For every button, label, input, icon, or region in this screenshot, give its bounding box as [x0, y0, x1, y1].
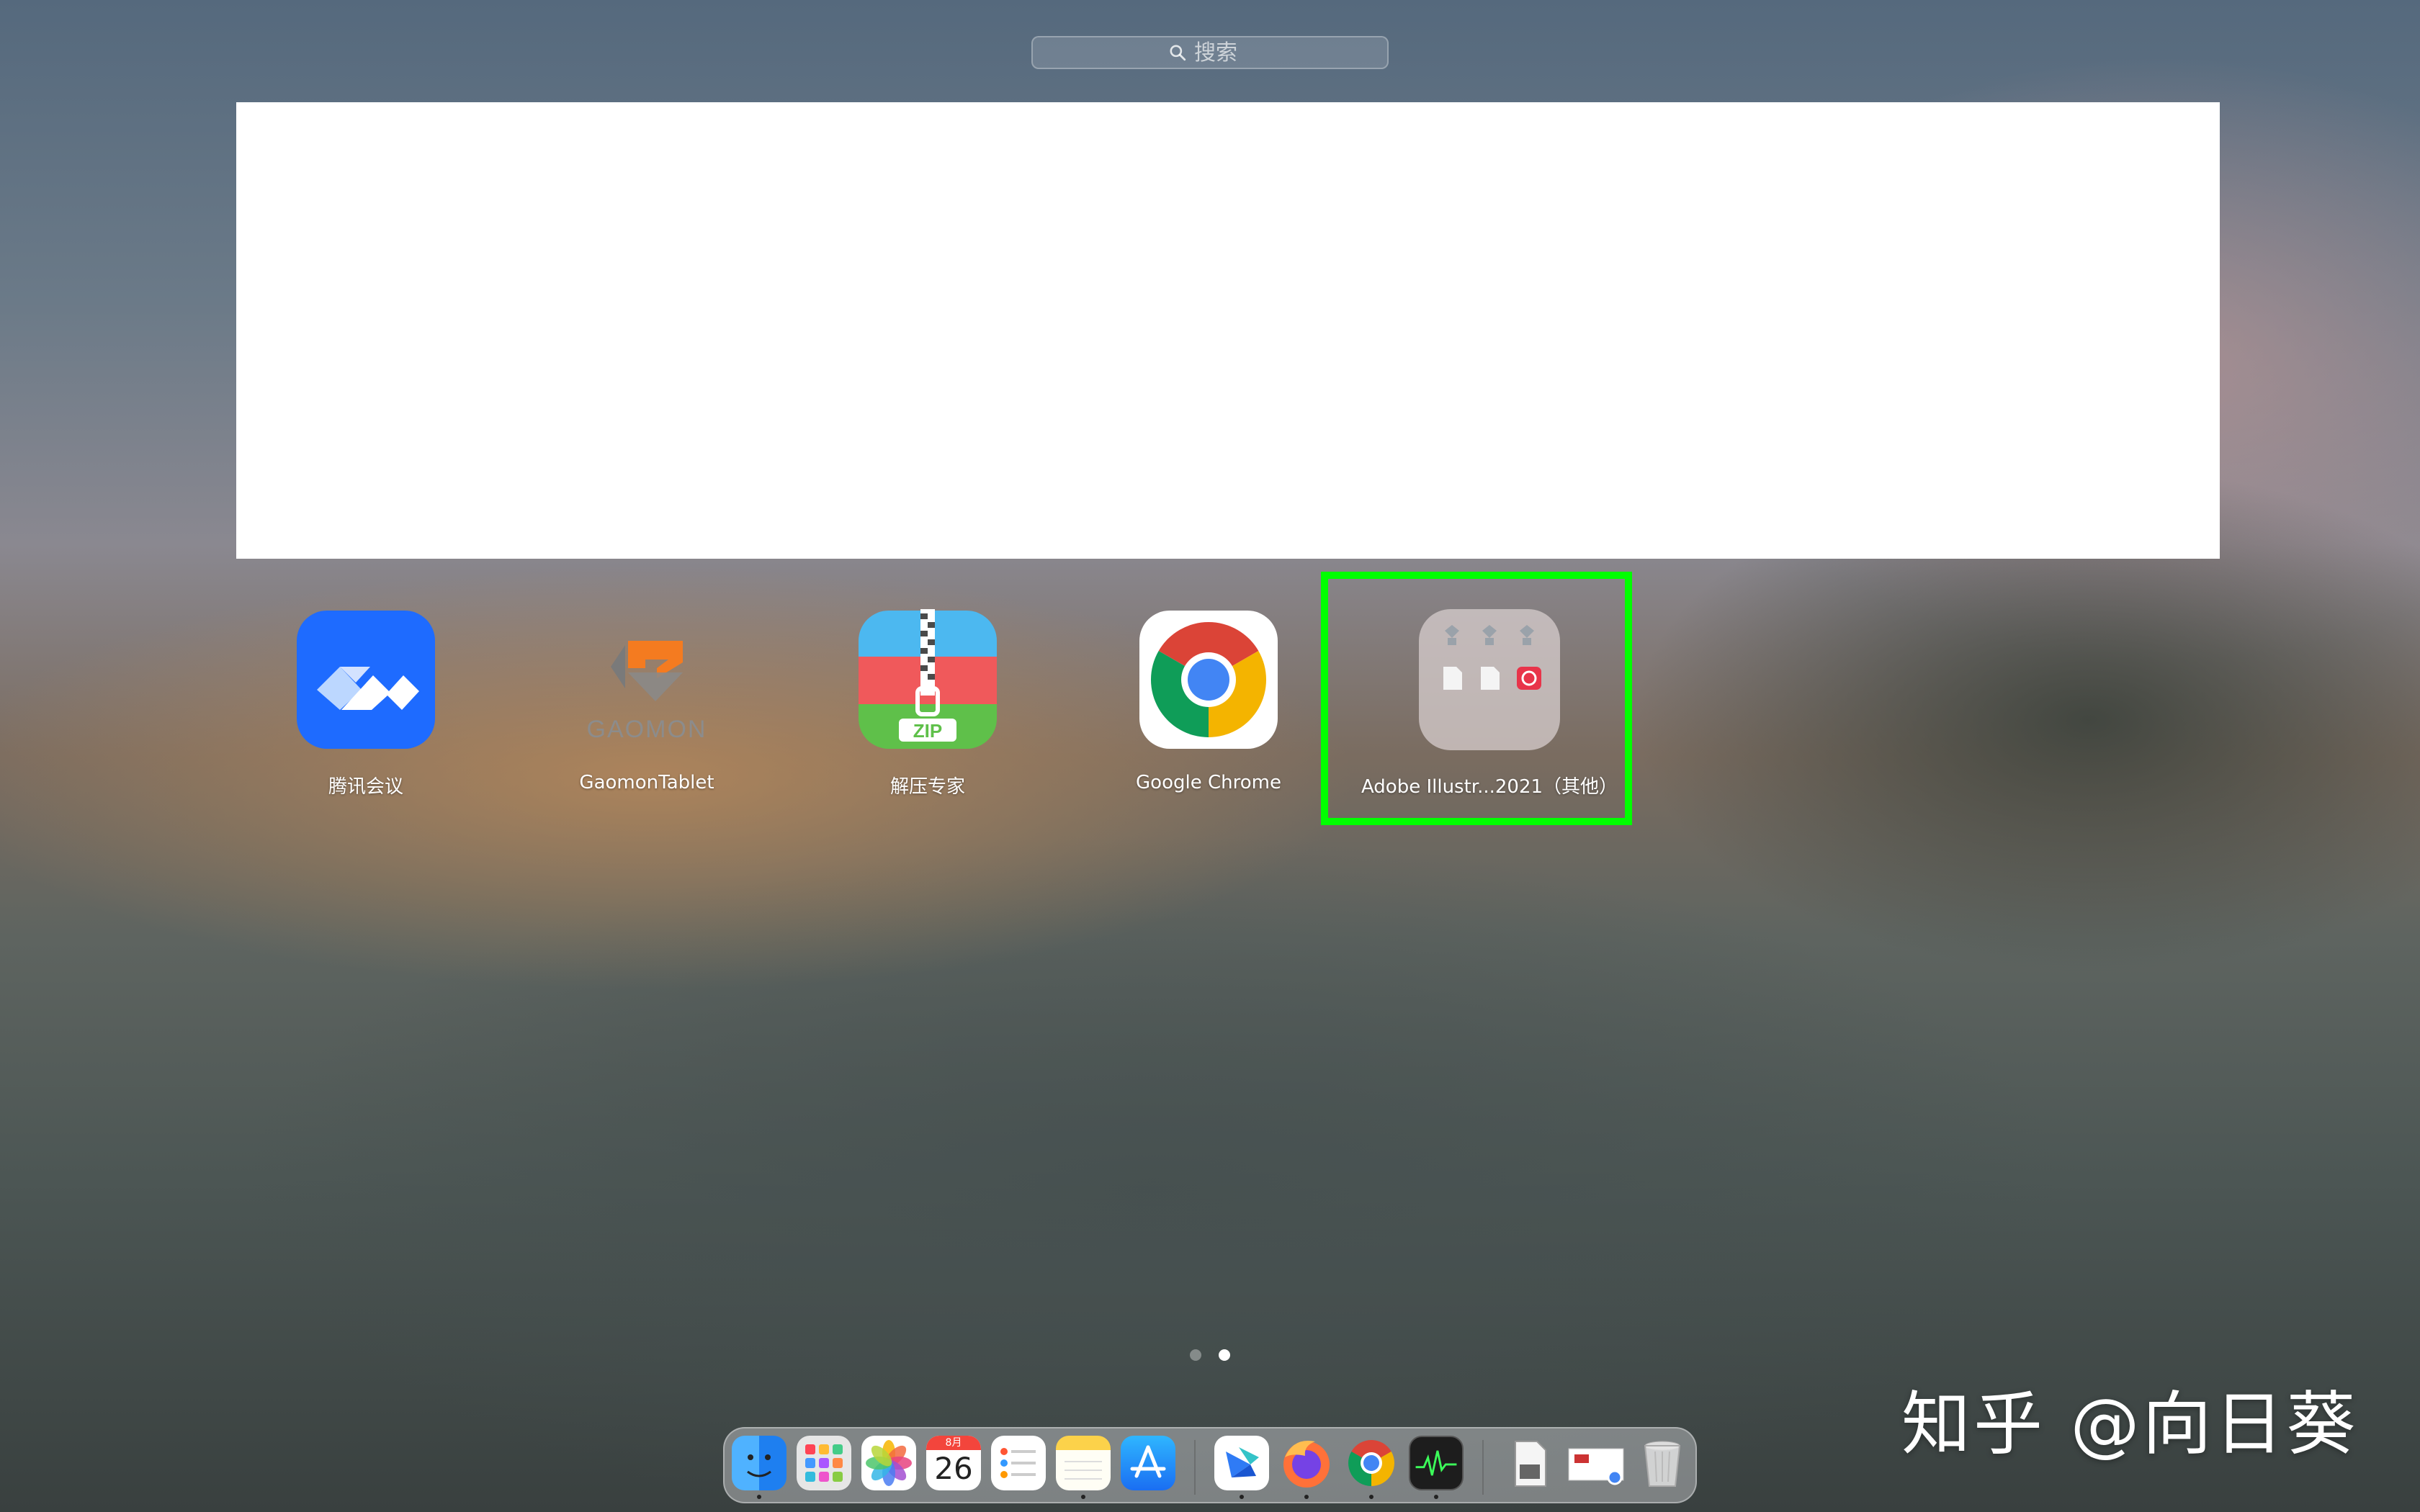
tencent-meeting-icon: [295, 609, 436, 750]
search-field[interactable]: [1031, 36, 1389, 69]
activity-monitor-icon[interactable]: [1409, 1436, 1464, 1490]
app-label: GaomonTablet: [579, 772, 714, 793]
running-indicator: [1081, 1495, 1085, 1499]
calendar-day: 26: [934, 1451, 973, 1486]
running-indicator: [757, 1495, 761, 1499]
calendar-month: 8月: [926, 1436, 981, 1450]
chrome-icon[interactable]: [1344, 1436, 1399, 1490]
trash-icon[interactable]: [1635, 1436, 1690, 1490]
running-indicator: [1240, 1495, 1244, 1499]
app-gaomon-tablet[interactable]: GAOMON GaomonTablet: [539, 609, 755, 811]
gaomon-logo-text: GAOMON: [587, 716, 707, 743]
finder-icon[interactable]: [732, 1436, 786, 1490]
dock: 8月 26: [723, 1427, 1697, 1503]
page-dot-1[interactable]: [1190, 1349, 1201, 1361]
zip-logo-text: ZIP: [913, 720, 942, 742]
running-indicator: [1434, 1495, 1438, 1499]
feishu-icon[interactable]: [1214, 1436, 1269, 1490]
firefox-icon[interactable]: [1279, 1436, 1334, 1490]
search-input[interactable]: [1194, 40, 1252, 66]
calendar-icon[interactable]: 8月 26: [926, 1436, 981, 1490]
running-indicator: [1369, 1495, 1373, 1499]
running-indicator: [1304, 1495, 1309, 1499]
launchpad-icon[interactable]: [797, 1436, 851, 1490]
app-store-icon[interactable]: [1121, 1436, 1175, 1490]
app-google-chrome[interactable]: Google Chrome: [1101, 609, 1317, 811]
gaomon-icon: GAOMON: [576, 609, 717, 750]
app-label: 解压专家: [889, 776, 965, 798]
dock-separator: [1194, 1440, 1196, 1495]
notes-icon[interactable]: [1056, 1436, 1111, 1490]
screenshot-icon[interactable]: [1567, 1436, 1628, 1490]
blank-panel: [236, 102, 2220, 559]
page-indicator: [1190, 1349, 1230, 1361]
document-icon[interactable]: [1502, 1436, 1557, 1490]
app-tencent-meeting[interactable]: 腾讯会议: [258, 609, 474, 811]
chrome-icon: [1138, 609, 1279, 750]
page-dot-2[interactable]: [1219, 1349, 1230, 1361]
app-zip-expert[interactable]: ZIP 解压专家: [820, 609, 1036, 811]
photos-icon[interactable]: [861, 1436, 916, 1490]
dock-separator: [1482, 1440, 1484, 1495]
highlight-box: [1321, 572, 1632, 825]
reminders-icon[interactable]: [991, 1436, 1046, 1490]
search-icon: [1170, 45, 1186, 61]
app-label: Google Chrome: [1136, 772, 1281, 793]
app-label: 腾讯会议: [328, 776, 403, 798]
zhihu-watermark: 知乎 @向日葵: [1901, 1384, 2359, 1464]
zip-archive-icon: ZIP: [857, 609, 998, 750]
